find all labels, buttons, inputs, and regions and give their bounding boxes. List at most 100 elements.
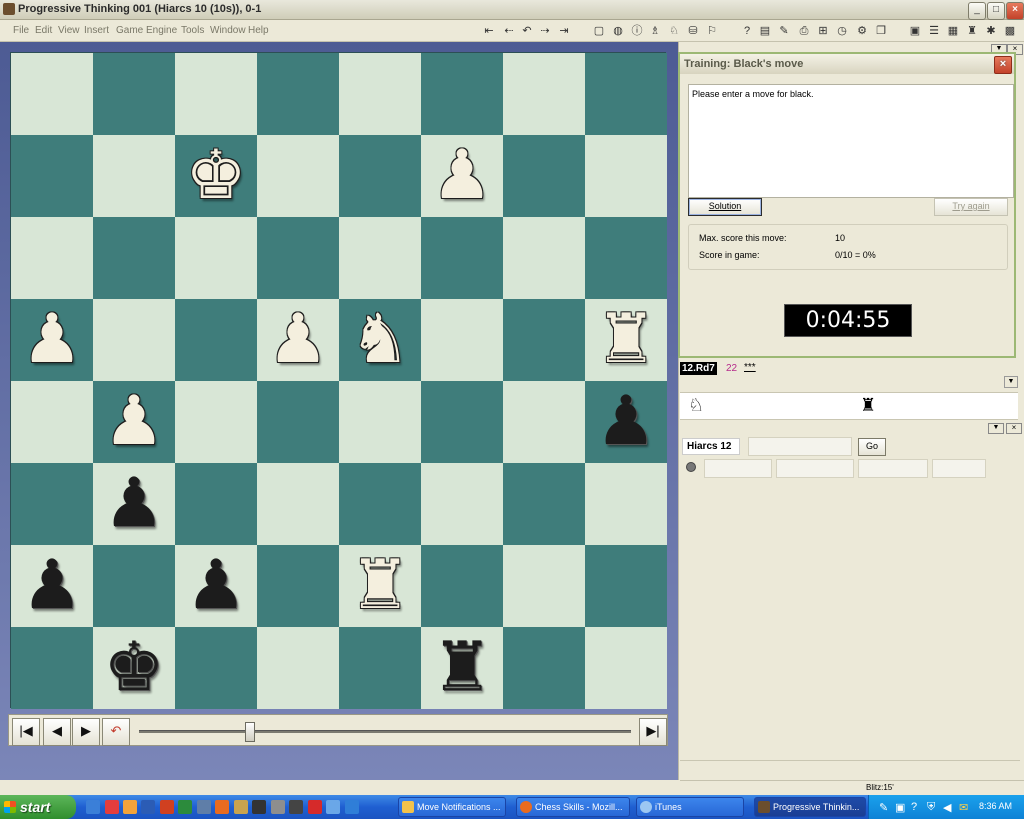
goto-start-tool-icon[interactable]: ⇤	[482, 24, 496, 38]
explorer-quicklaunch-icon[interactable]	[197, 800, 211, 814]
white-knight-icon[interactable]: ♞	[350, 306, 411, 374]
hint-tool-icon[interactable]: ?	[740, 24, 754, 38]
black-pawn-icon[interactable]: ♟	[596, 388, 657, 456]
menu-insert[interactable]: Insert	[84, 25, 109, 36]
forward-tool-icon[interactable]: ⇢	[538, 24, 552, 38]
square-a8[interactable]	[11, 53, 93, 135]
square-h8[interactable]	[585, 53, 667, 135]
outlook-quicklaunch-icon[interactable]	[123, 800, 137, 814]
knight-quicklaunch-icon[interactable]	[289, 800, 303, 814]
calendar-tool-icon[interactable]: ▩	[1003, 24, 1017, 38]
task-progressive-thinking[interactable]: Progressive Thinkin...	[754, 797, 866, 817]
square-g4[interactable]	[503, 381, 585, 463]
square-g8[interactable]	[503, 53, 585, 135]
training-dialog-titlebar[interactable]: Training: Black's move ×	[680, 54, 1014, 74]
square-a3[interactable]	[11, 463, 93, 545]
options-tool-icon[interactable]: ✱	[984, 24, 998, 38]
square-a6[interactable]	[11, 217, 93, 299]
menu-edit[interactable]: Edit	[35, 25, 52, 36]
square-a4[interactable]	[11, 381, 93, 463]
square-g3[interactable]	[503, 463, 585, 545]
square-h2[interactable]	[585, 545, 667, 627]
minimize-button[interactable]: _	[968, 2, 986, 20]
grid-tool-icon[interactable]: ⊞	[816, 24, 830, 38]
edit-tool-icon[interactable]: ✎	[777, 24, 791, 38]
white-rook-icon[interactable]: ♜	[350, 552, 411, 620]
previous-move-button[interactable]: ◀	[43, 718, 71, 746]
solution-button[interactable]: Solution	[688, 198, 762, 216]
layout-tool-icon[interactable]: ☰	[927, 24, 941, 38]
word-quicklaunch-icon[interactable]	[141, 800, 155, 814]
menu-tools[interactable]: Tools	[181, 25, 204, 36]
white-pawn-icon[interactable]: ♟	[22, 306, 83, 374]
chess-quicklaunch-icon[interactable]	[252, 800, 266, 814]
excel-quicklaunch-icon[interactable]	[178, 800, 192, 814]
square-b4[interactable]: ♟	[93, 381, 175, 463]
white-king-icon[interactable]: ♚	[186, 142, 247, 210]
settings-tool-icon[interactable]: ⚙	[855, 24, 869, 38]
menu-engine[interactable]: Engine	[146, 25, 177, 36]
square-e1[interactable]	[339, 627, 421, 709]
last-move-button[interactable]: ▶|	[639, 718, 667, 746]
try-again-button[interactable]: Try again	[934, 198, 1008, 216]
square-f4[interactable]	[421, 381, 503, 463]
board-tool-icon[interactable]: ▦	[946, 24, 960, 38]
square-f1[interactable]: ♜	[421, 627, 503, 709]
black-pawn-icon[interactable]: ♟	[104, 470, 165, 538]
clock-tool-icon[interactable]: ◷	[835, 24, 849, 38]
scroll-down-icon[interactable]: ▼	[1004, 376, 1018, 388]
start-button[interactable]: start	[0, 795, 76, 819]
engine-close-icon[interactable]: ×	[1006, 423, 1022, 434]
square-h1[interactable]	[585, 627, 667, 709]
square-a1[interactable]	[11, 627, 93, 709]
book-tool-icon[interactable]: ▤	[758, 24, 772, 38]
square-b7[interactable]	[93, 135, 175, 217]
globe-tool-icon[interactable]: ◍	[611, 24, 625, 38]
white-pawn-icon[interactable]: ♟	[432, 142, 493, 210]
square-e5[interactable]: ♞	[339, 299, 421, 381]
square-c5[interactable]	[175, 299, 257, 381]
square-h5[interactable]: ♜	[585, 299, 667, 381]
square-h6[interactable]	[585, 217, 667, 299]
square-c1[interactable]	[175, 627, 257, 709]
ie-quicklaunch-icon[interactable]	[86, 800, 100, 814]
pieces-tool-icon[interactable]: ♜	[965, 24, 979, 38]
square-e3[interactable]	[339, 463, 421, 545]
engine-name[interactable]: Hiarcs 12	[682, 438, 740, 455]
black-pawn-icon[interactable]: ♟	[22, 552, 83, 620]
tray-clock[interactable]: 8:36 AM	[979, 801, 1012, 811]
move-slider-track[interactable]	[139, 730, 631, 733]
title-bar[interactable]: Progressive Thinking 001 (Hiarcs 10 (10s…	[0, 0, 1024, 20]
database-tool-icon[interactable]: ⛁	[686, 24, 700, 38]
square-c8[interactable]	[175, 53, 257, 135]
move-slider-thumb[interactable]	[245, 722, 255, 742]
chess-board[interactable]: ♚ ♟ ♟ ♟ ♞ ♜ ♟ ♟ ♟ ♟ ♟ ♜ ♚ ♜	[10, 52, 667, 709]
first-move-button[interactable]: |◀	[12, 718, 40, 746]
engine-go-button[interactable]: Go	[858, 438, 886, 456]
square-c3[interactable]	[175, 463, 257, 545]
square-e2[interactable]: ♜	[339, 545, 421, 627]
browser-quicklaunch-icon[interactable]	[345, 800, 359, 814]
take-back-button[interactable]: ↶	[102, 718, 130, 746]
white-rook-icon[interactable]: ♜	[596, 306, 657, 374]
maximize-button[interactable]: □	[987, 2, 1005, 20]
menu-game[interactable]: Game	[116, 25, 143, 36]
black-king-icon[interactable]: ♚	[104, 634, 165, 702]
firefox-quicklaunch-icon[interactable]	[215, 800, 229, 814]
square-g6[interactable]	[503, 217, 585, 299]
powerpoint-quicklaunch-icon[interactable]	[160, 800, 174, 814]
next-move-button[interactable]: ▶	[72, 718, 100, 746]
tray-tool-icon[interactable]: ✎	[879, 801, 888, 814]
engine-tool-icon[interactable]: ♘	[667, 24, 681, 38]
square-f3[interactable]	[421, 463, 503, 545]
square-b2[interactable]	[93, 545, 175, 627]
menu-view[interactable]: View	[58, 25, 80, 36]
flag-tool-icon[interactable]: ⚐	[705, 24, 719, 38]
app-quicklaunch-icon[interactable]	[234, 800, 248, 814]
info-tool-icon[interactable]: ⓘ	[630, 24, 644, 38]
square-e7[interactable]	[339, 135, 421, 217]
engine-dropdown-icon[interactable]: ▼	[988, 423, 1004, 434]
task-chess-skills[interactable]: Chess Skills - Mozill...	[516, 797, 630, 817]
tray-shield-icon[interactable]: ⛨	[927, 801, 935, 814]
square-f7[interactable]: ♟	[421, 135, 503, 217]
